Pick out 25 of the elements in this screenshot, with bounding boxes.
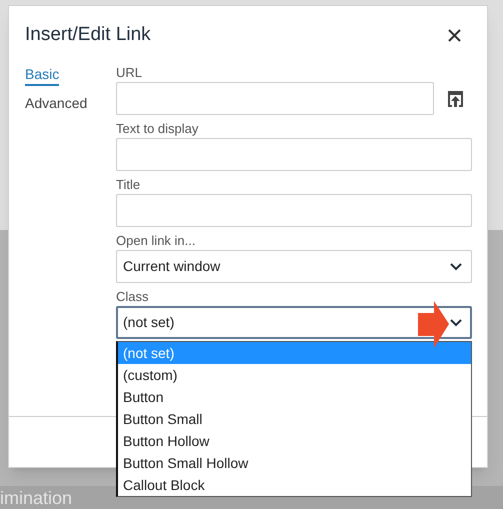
input-field[interactable] <box>116 82 434 115</box>
input-field[interactable] <box>116 194 472 227</box>
field-label: Class <box>116 288 149 306</box>
field-label: Open link in... <box>116 232 196 250</box>
select-field[interactable]: Current window <box>116 250 472 283</box>
browse-icon[interactable] <box>446 89 465 108</box>
select-field[interactable]: (not set) <box>116 306 472 339</box>
chevron-icon <box>450 318 462 326</box>
dropdown-option[interactable]: Button <box>118 386 471 408</box>
dropdown-option[interactable]: Callout Block <box>118 474 471 496</box>
dropdown-option[interactable]: Button Hollow <box>118 430 471 452</box>
close-icon[interactable] <box>448 28 461 42</box>
dropdown-option[interactable]: Button Small <box>118 408 471 430</box>
tab[interactable]: Basic <box>25 65 60 86</box>
arrow-icon <box>418 301 449 348</box>
input-field[interactable] <box>116 138 472 171</box>
dialog-title: Insert/Edit Link <box>25 22 151 47</box>
field-label: Title <box>116 176 140 194</box>
field-label: Text to display <box>116 120 198 138</box>
dropdown-option[interactable]: Button Small Hollow <box>118 452 471 474</box>
footer-links: imination <box>0 488 72 506</box>
dropdown-option[interactable]: (custom) <box>118 364 471 386</box>
tab[interactable]: Advanced <box>25 94 88 115</box>
chevron-icon <box>450 262 462 270</box>
field-label: URL <box>116 64 142 82</box>
